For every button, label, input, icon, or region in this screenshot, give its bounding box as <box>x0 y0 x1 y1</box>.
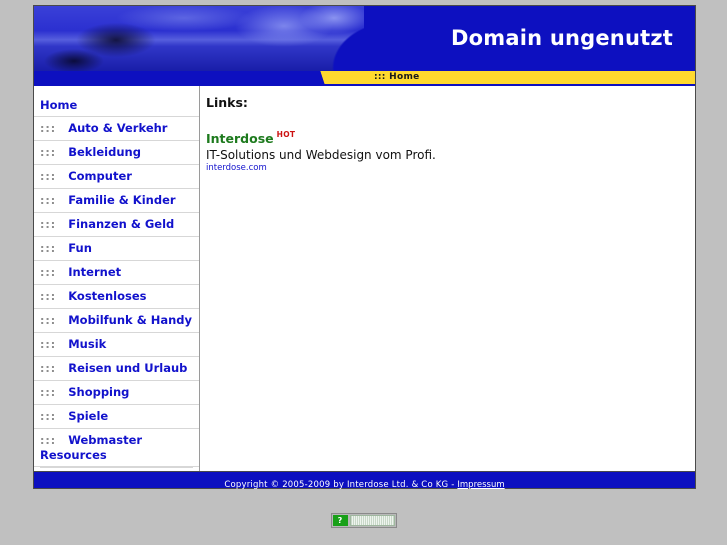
impressum-link[interactable]: Impressum <box>457 480 504 490</box>
sidebar-item-musik[interactable]: ::: Musik <box>34 333 199 357</box>
link-entry: Interdose HOT IT-Solutions und Webdesign … <box>206 128 695 174</box>
footer-bar: Copyright © 2005-2009 by Interdose Ltd. … <box>34 471 695 490</box>
main-content: Links: Interdose HOT IT-Solutions und Web… <box>201 86 695 174</box>
triple-dot-icon: ::: <box>40 170 57 183</box>
triple-dot-icon: ::: <box>40 194 57 207</box>
triple-dot-icon: ::: <box>40 266 57 279</box>
triple-dot-icon: ::: <box>40 146 57 159</box>
sidebar-item-label: Shopping <box>68 385 130 399</box>
sidebar-item-label: Musik <box>68 337 107 351</box>
sidebar-item-home[interactable]: Home <box>34 94 199 117</box>
triple-dot-icon: ::: <box>40 410 57 423</box>
sidebar-item-fun[interactable]: ::: Fun <box>34 237 199 261</box>
sidebar-item-mobilfunk-handy[interactable]: ::: Mobilfunk & Handy <box>34 309 199 333</box>
page-title: Domain ungenutzt <box>451 26 673 50</box>
sidebar-item-label: Finanzen & Geld <box>68 217 175 231</box>
breadcrumb[interactable]: ::: Home <box>374 72 420 82</box>
hot-badge: HOT <box>276 129 296 139</box>
link-title[interactable]: Interdose <box>206 131 274 146</box>
sidebar-item-label: Computer <box>68 169 132 183</box>
sidebar-item-label: Familie & Kinder <box>68 193 176 207</box>
sidebar-item-spiele[interactable]: ::: Spiele <box>34 405 199 429</box>
sidebar-item-label: Auto & Verkehr <box>68 121 168 135</box>
nav-strip-slant-edge <box>316 71 330 84</box>
sidebar-item-bekleidung[interactable]: ::: Bekleidung <box>34 141 199 165</box>
content-heading: Links: <box>206 95 248 110</box>
link-title-row: Interdose HOT <box>206 128 695 147</box>
sidebar-item-webmaster-resources[interactable]: ::: Webmaster Resources <box>34 429 199 467</box>
counter-bar <box>349 515 395 526</box>
question-mark-icon: ? <box>332 515 348 526</box>
link-description: IT-Solutions und Webdesign vom Profi. <box>206 148 436 162</box>
sidebar-item-internet[interactable]: ::: Internet <box>34 261 199 285</box>
sidebar-divider <box>40 467 193 468</box>
sidebar-item-label: Mobilfunk & Handy <box>68 313 193 327</box>
triple-dot-icon: ::: <box>40 290 57 303</box>
triple-dot-icon: ::: <box>40 362 57 375</box>
badge-container: ? <box>0 505 727 528</box>
footer-copyright: Copyright © 2005-2009 by Interdose Ltd. … <box>224 480 458 490</box>
sidebar-item-label: Fun <box>68 241 92 255</box>
link-url[interactable]: interdose.com <box>206 163 695 174</box>
sidebar-item-label: Home <box>40 98 78 112</box>
sidebar-item-shopping[interactable]: ::: Shopping <box>34 381 199 405</box>
triple-dot-icon: ::: <box>40 122 57 135</box>
triple-dot-icon: ::: <box>40 218 57 231</box>
triple-dot-icon: ::: <box>40 242 57 255</box>
triple-dot-icon: ::: <box>40 434 57 447</box>
site-banner: Domain ungenutzt <box>34 6 695 71</box>
sidebar-item-kostenloses[interactable]: ::: Kostenloses <box>34 285 199 309</box>
body-area: Home ::: Auto & Verkehr ::: Bekleidung :… <box>34 86 695 471</box>
sidebar-item-finanzen-geld[interactable]: ::: Finanzen & Geld <box>34 213 199 237</box>
counter-badge[interactable]: ? <box>330 513 397 528</box>
sidebar-item-familie-kinder[interactable]: ::: Familie & Kinder <box>34 189 199 213</box>
triple-dot-icon: ::: <box>40 386 57 399</box>
triple-dot-icon: ::: <box>40 314 57 327</box>
sidebar-item-label: Spiele <box>68 409 109 423</box>
sidebar-item-auto-verkehr[interactable]: ::: Auto & Verkehr <box>34 117 199 141</box>
sidebar-item-label: Reisen und Urlaub <box>68 361 188 375</box>
sidebar-nav: Home ::: Auto & Verkehr ::: Bekleidung :… <box>34 86 200 471</box>
sidebar-item-computer[interactable]: ::: Computer <box>34 165 199 189</box>
triple-dot-icon: ::: <box>40 338 57 351</box>
sidebar-item-label: Bekleidung <box>68 145 141 159</box>
sidebar-item-label: Kostenloses <box>68 289 147 303</box>
page-container: Domain ungenutzt ::: Home Home ::: Auto … <box>33 5 696 490</box>
sidebar-item-label: Internet <box>68 265 122 279</box>
sidebar-item-reisen-urlaub[interactable]: ::: Reisen und Urlaub <box>34 357 199 381</box>
nav-strip: ::: Home <box>34 71 695 84</box>
